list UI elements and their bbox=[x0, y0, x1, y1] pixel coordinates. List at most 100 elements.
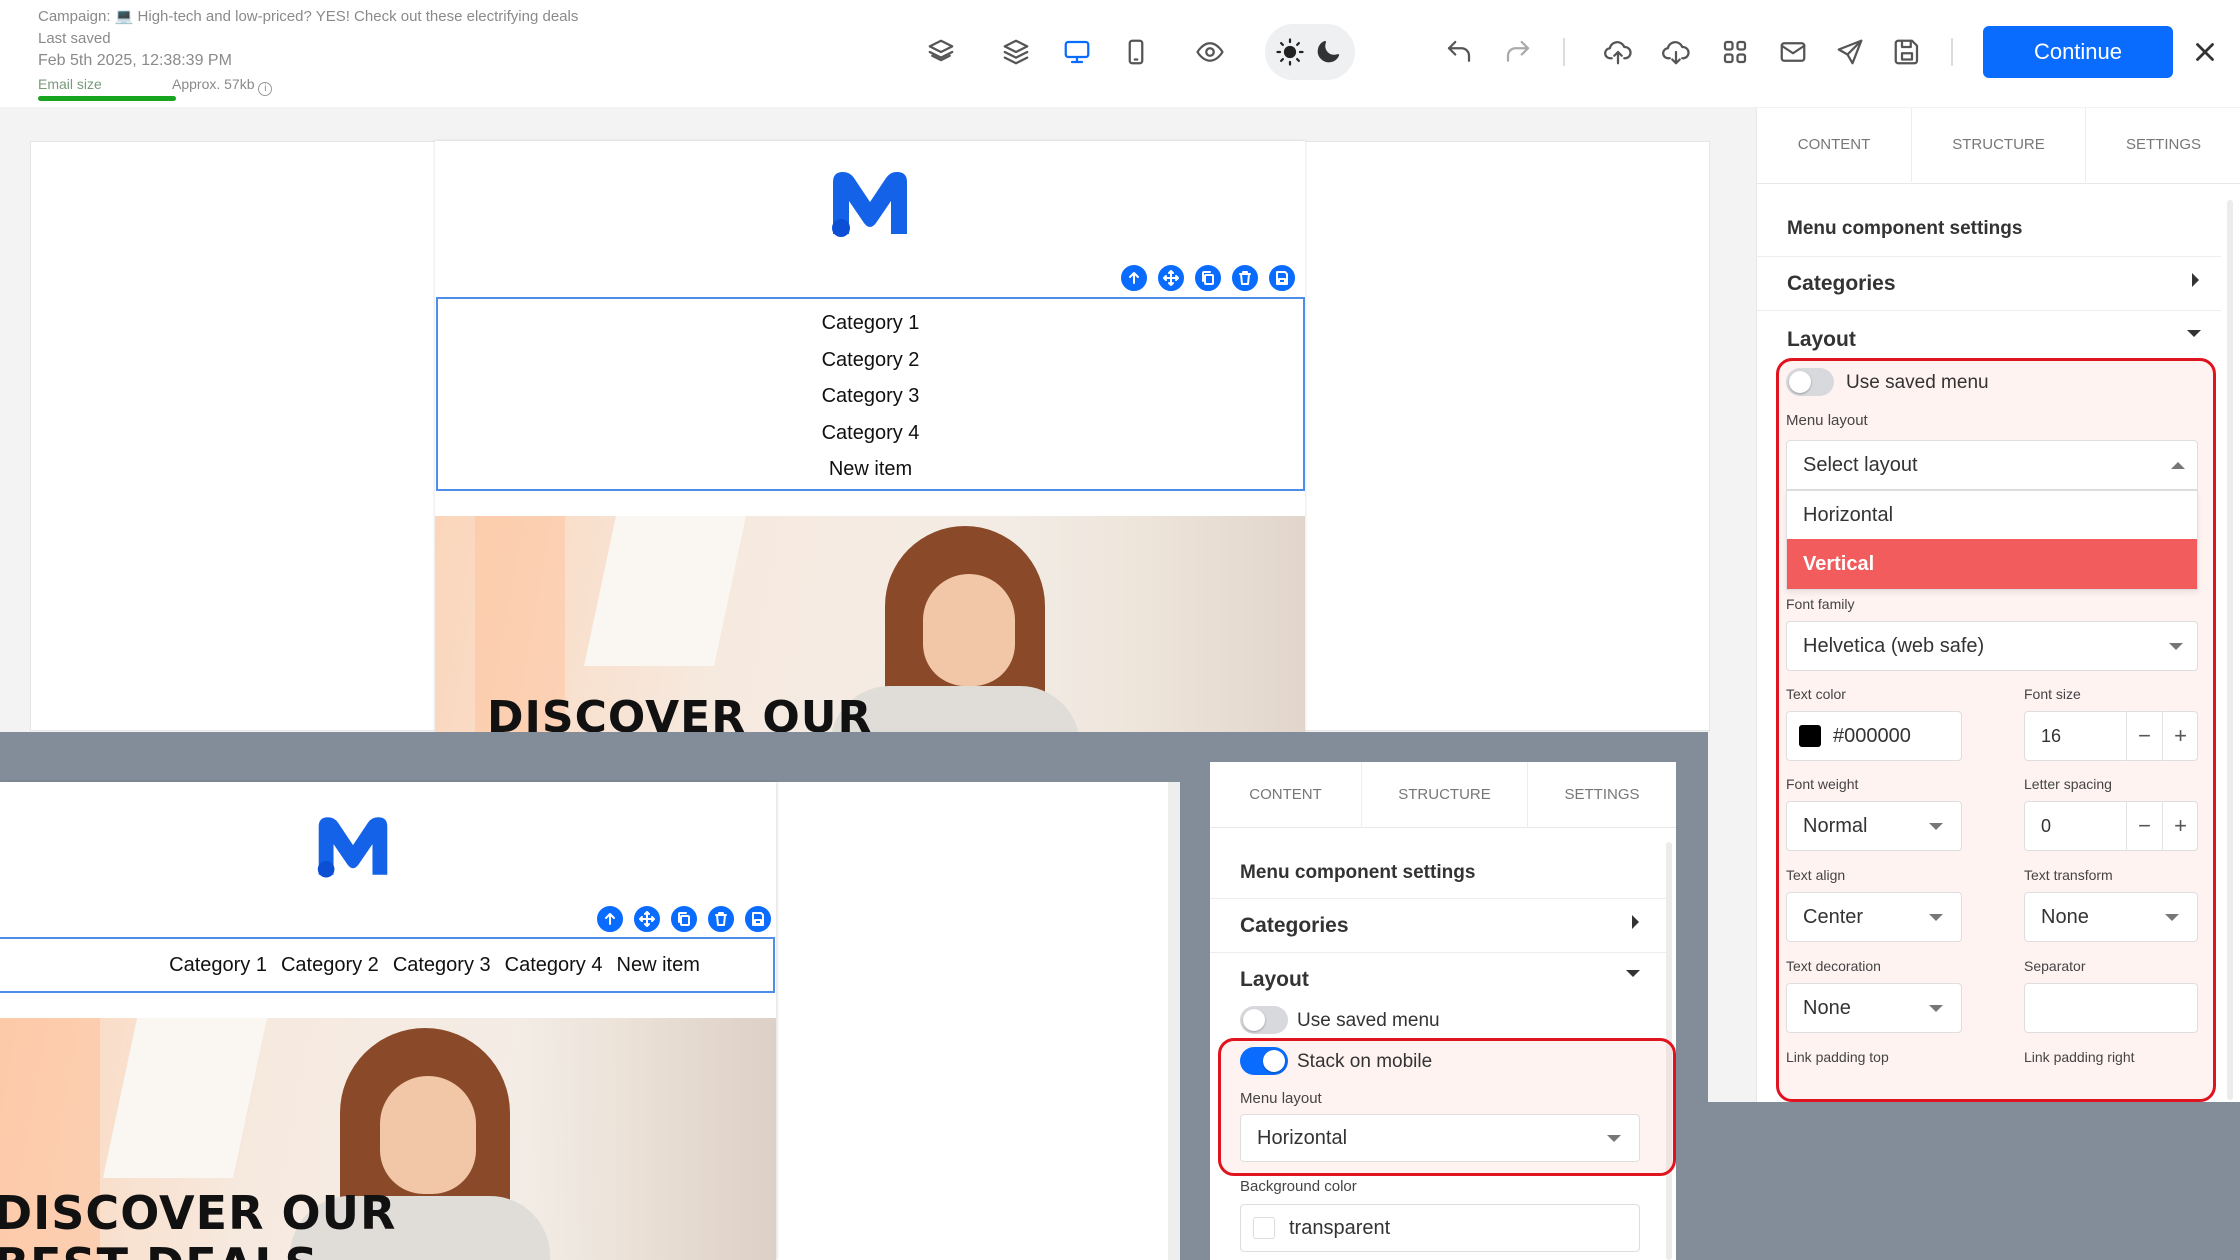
close-icon[interactable] bbox=[2189, 36, 2221, 68]
menu-item[interactable]: Category 3 bbox=[393, 954, 491, 977]
stack-on-mobile-toggle[interactable] bbox=[1240, 1047, 1288, 1075]
chevron-right-icon[interactable] bbox=[2192, 273, 2199, 287]
color-swatch[interactable] bbox=[1253, 1217, 1275, 1239]
scrollbar[interactable] bbox=[2227, 200, 2233, 1100]
tab-settings[interactable]: SETTINGS bbox=[1528, 762, 1676, 828]
menu-layout-select[interactable]: Select layout bbox=[1786, 440, 2198, 490]
text-decoration-label: Text decoration bbox=[1786, 958, 1881, 974]
separator-input[interactable] bbox=[2024, 983, 2198, 1033]
tab-content[interactable]: CONTENT bbox=[1210, 762, 1362, 828]
undo-icon[interactable] bbox=[1443, 36, 1475, 68]
text-color-input[interactable]: #000000 bbox=[1786, 711, 1962, 761]
chevron-down-icon bbox=[1929, 914, 1943, 921]
scrollbar[interactable] bbox=[1168, 782, 1180, 1260]
font-family-select[interactable]: Helvetica (web safe) bbox=[1786, 621, 2198, 671]
font-family-label: Font family bbox=[1786, 596, 1855, 612]
chevron-right-icon[interactable] bbox=[1632, 915, 1639, 929]
chevron-down-icon bbox=[2165, 914, 2179, 921]
option-horizontal[interactable]: Horizontal bbox=[1787, 491, 2197, 539]
continue-button[interactable]: Continue bbox=[1983, 26, 2173, 78]
chevron-down-icon bbox=[1929, 1005, 1943, 1012]
desktop-icon[interactable] bbox=[1061, 36, 1093, 68]
copy-icon[interactable] bbox=[669, 904, 699, 934]
save-block-icon[interactable] bbox=[1267, 263, 1297, 293]
arrow-up-icon[interactable] bbox=[595, 904, 625, 934]
menu-item[interactable]: Category 4 bbox=[438, 415, 1303, 452]
background-color-input[interactable]: transparent bbox=[1240, 1204, 1640, 1252]
categories-section[interactable]: Categories bbox=[1787, 272, 1896, 296]
menu-block-horizontal[interactable]: Category 1 Category 2 Category 3 Categor… bbox=[0, 937, 775, 993]
menu-item[interactable]: Category 2 bbox=[281, 954, 379, 977]
menu-item[interactable]: Category 4 bbox=[505, 954, 603, 977]
menu-item[interactable]: Category 1 bbox=[169, 954, 267, 977]
text-decoration-select[interactable]: None bbox=[1786, 983, 1962, 1033]
font-size-increment[interactable]: + bbox=[2162, 711, 2198, 761]
last-saved-value: Feb 5th 2025, 12:38:39 PM bbox=[38, 52, 232, 69]
send-icon[interactable] bbox=[1834, 36, 1866, 68]
font-weight-select[interactable]: Normal bbox=[1786, 801, 1962, 851]
layout-section[interactable]: Layout bbox=[1240, 968, 1309, 992]
email-size-progress bbox=[38, 96, 176, 101]
text-align-select[interactable]: Center bbox=[1786, 892, 1962, 942]
letter-spacing-decrement[interactable]: − bbox=[2126, 801, 2162, 851]
menu-layout-label: Menu layout bbox=[1786, 412, 1868, 429]
move-icon[interactable] bbox=[632, 904, 662, 934]
sun-icon[interactable] bbox=[1274, 36, 1306, 68]
letter-spacing-label: Letter spacing bbox=[2024, 776, 2112, 792]
save-block-icon[interactable] bbox=[743, 904, 773, 934]
hero-title: DISCOVER OUR bbox=[0, 1186, 397, 1240]
info-icon[interactable]: i bbox=[258, 82, 273, 96]
separator-label: Separator bbox=[2024, 958, 2086, 974]
use-saved-menu-label: Use saved menu bbox=[1297, 1010, 1440, 1031]
tab-settings[interactable]: SETTINGS bbox=[2086, 108, 2240, 182]
move-icon[interactable] bbox=[1156, 263, 1186, 293]
layers-icon[interactable] bbox=[1000, 36, 1032, 68]
menu-layout-select[interactable]: Horizontal bbox=[1240, 1114, 1640, 1162]
download-icon[interactable] bbox=[1660, 36, 1692, 68]
panel-title: Menu component settings bbox=[1240, 862, 1476, 883]
tab-structure[interactable]: STRUCTURE bbox=[1912, 108, 2086, 182]
font-size-decrement[interactable]: − bbox=[2126, 711, 2162, 761]
use-saved-menu-toggle[interactable] bbox=[1240, 1006, 1288, 1034]
tab-content[interactable]: CONTENT bbox=[1757, 108, 1912, 182]
trash-icon[interactable] bbox=[1230, 263, 1260, 293]
stack-icon[interactable] bbox=[925, 36, 957, 68]
stack-on-mobile-label: Stack on mobile bbox=[1297, 1051, 1433, 1072]
chevron-down-icon bbox=[1607, 1135, 1621, 1142]
menu-item[interactable]: New item bbox=[617, 954, 700, 977]
email-size-progress-fill bbox=[38, 96, 176, 101]
menu-item[interactable]: Category 1 bbox=[438, 305, 1303, 342]
menu-item[interactable]: Category 3 bbox=[438, 378, 1303, 415]
color-swatch[interactable] bbox=[1799, 725, 1821, 747]
chevron-up-icon bbox=[2171, 462, 2185, 469]
chevron-down-icon[interactable] bbox=[2187, 330, 2201, 337]
hero-image: DISCOVER OUR BEST DEALS bbox=[0, 1018, 776, 1260]
brand-logo bbox=[317, 817, 388, 878]
categories-section[interactable]: Categories bbox=[1240, 914, 1349, 938]
copy-icon[interactable] bbox=[1193, 263, 1223, 293]
upload-icon[interactable] bbox=[1602, 36, 1634, 68]
use-saved-menu-toggle[interactable] bbox=[1786, 368, 1834, 396]
menu-block-vertical[interactable]: Category 1 Category 2 Category 3 Categor… bbox=[436, 297, 1305, 491]
redo-icon[interactable] bbox=[1502, 36, 1534, 68]
mobile-icon[interactable] bbox=[1120, 36, 1152, 68]
moon-icon[interactable] bbox=[1312, 36, 1344, 68]
save-icon[interactable] bbox=[1891, 36, 1923, 68]
menu-layout-dropdown: Horizontal Vertical bbox=[1786, 490, 2198, 590]
campaign-title: Campaign: 💻 High-tech and low-priced? YE… bbox=[38, 8, 579, 25]
menu-item[interactable]: New item bbox=[438, 451, 1303, 488]
option-vertical[interactable]: Vertical bbox=[1787, 539, 2197, 589]
trash-icon[interactable] bbox=[706, 904, 736, 934]
tab-structure[interactable]: STRUCTURE bbox=[1362, 762, 1528, 828]
letter-spacing-increment[interactable]: + bbox=[2162, 801, 2198, 851]
top-toolbar: Campaign: 💻 High-tech and low-priced? YE… bbox=[0, 0, 2240, 107]
arrow-up-icon[interactable] bbox=[1119, 263, 1149, 293]
grid-icon[interactable] bbox=[1719, 36, 1751, 68]
menu-item[interactable]: Category 2 bbox=[438, 342, 1303, 379]
mail-icon[interactable] bbox=[1777, 36, 1809, 68]
background-color-label: Background color bbox=[1240, 1178, 1357, 1195]
text-transform-select[interactable]: None bbox=[2024, 892, 2198, 942]
chevron-down-icon[interactable] bbox=[1626, 970, 1640, 977]
layout-section[interactable]: Layout bbox=[1787, 328, 1856, 352]
eye-icon[interactable] bbox=[1194, 36, 1226, 68]
